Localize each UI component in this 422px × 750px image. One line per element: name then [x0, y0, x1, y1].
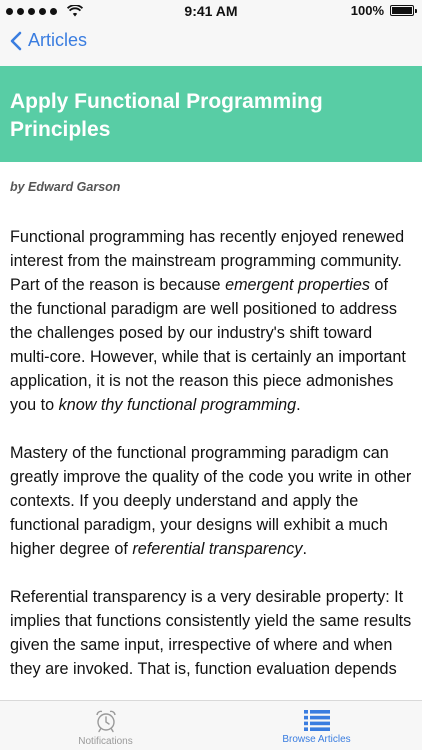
- paragraph-text: .: [302, 540, 307, 558]
- emphasized-text: know thy functional programming: [58, 396, 297, 414]
- list-icon: [303, 710, 330, 731]
- paragraph-text: of the functional paradigm are well posi…: [10, 276, 406, 414]
- article-body: Functional programming has recently enjo…: [10, 225, 414, 699]
- tab-browse-articles[interactable]: Browse Articles: [211, 701, 422, 750]
- paragraph-text: .: [296, 396, 301, 414]
- article-author: by Edward Garson: [10, 180, 121, 194]
- back-button-label: Articles: [28, 30, 88, 50]
- article-title: Apply Functional Programming Principles: [10, 90, 323, 141]
- status-bar: 9:41 AM 100%: [0, 0, 422, 22]
- article-paragraph: Referential transparency is a very desir…: [10, 585, 414, 681]
- back-button[interactable]: Articles: [10, 30, 87, 51]
- alarm-clock-icon: [95, 710, 116, 733]
- chevron-left-icon: [10, 31, 22, 50]
- article-title-banner: Apply Functional Programming Principles: [0, 66, 422, 162]
- tab-bar: Notifications Browse Articles: [0, 700, 422, 750]
- battery-percentage: 100%: [350, 3, 384, 18]
- tab-browse-articles-label: Browse Articles: [282, 734, 351, 745]
- battery-status: 100%: [350, 3, 417, 18]
- tab-notifications-label: Notifications: [78, 736, 133, 747]
- article-paragraph: Mastery of the functional programming pa…: [10, 441, 414, 561]
- tab-notifications[interactable]: Notifications: [0, 701, 211, 750]
- battery-icon: [390, 5, 417, 16]
- emphasized-text: emergent properties: [225, 276, 370, 294]
- navigation-bar: Articles: [0, 22, 422, 66]
- emphasized-text: referential transparency: [132, 540, 303, 558]
- paragraph-text: Referential transparency is a very desir…: [10, 588, 412, 678]
- article-paragraph: Functional programming has recently enjo…: [10, 225, 414, 417]
